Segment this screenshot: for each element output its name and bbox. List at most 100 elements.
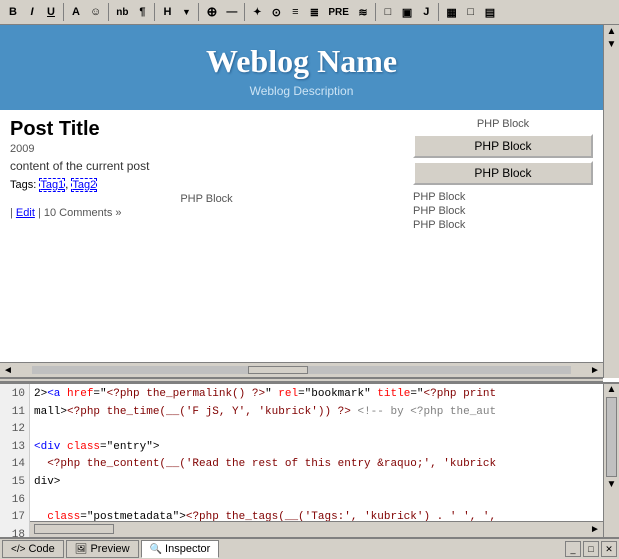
- post-tags: Tags: Tag1, Tag2: [10, 179, 403, 191]
- list-button[interactable]: ≋: [354, 4, 372, 21]
- blog-preview: Weblog Name Weblog Description Post Titl…: [0, 25, 603, 362]
- php-block-button-1[interactable]: PHP Block: [413, 134, 593, 158]
- toolbar-separator-7: [438, 3, 439, 21]
- design-view: Weblog Name Weblog Description Post Titl…: [0, 25, 619, 378]
- edit-link[interactable]: Edit: [16, 207, 35, 219]
- toolbar-separator-3: [154, 3, 155, 21]
- minimize-btn[interactable]: _: [565, 541, 581, 557]
- lines-button[interactable]: ▤: [481, 4, 499, 21]
- heading-button[interactable]: H: [158, 4, 176, 20]
- nbsp-button[interactable]: nb: [112, 5, 132, 20]
- post-title: Post Title: [10, 118, 403, 141]
- line-num-18: 18: [0, 527, 25, 537]
- code-tab[interactable]: </> Code: [2, 540, 64, 558]
- toolbar-separator-2: [108, 3, 109, 21]
- line-num-10: 10: [0, 386, 25, 404]
- bottom-right-controls: _ □ ✕: [565, 541, 617, 557]
- code-h-thumb[interactable]: [34, 524, 114, 534]
- toolbar-separator-6: [375, 3, 376, 21]
- post-meta: | Edit | 10 Comments »: [10, 207, 403, 219]
- special-char-button[interactable]: ✦: [248, 5, 266, 20]
- line-num-17: 17: [0, 509, 25, 527]
- code-editor[interactable]: 2><a href="<?php the_permalink() ?>" rel…: [30, 384, 603, 537]
- table2-button[interactable]: ▣: [398, 4, 416, 21]
- line-num-14: 14: [0, 456, 25, 474]
- frame-button[interactable]: □: [462, 4, 480, 20]
- smiley-button[interactable]: ☺: [86, 4, 105, 20]
- php-right-label-3: PHP Block: [413, 219, 593, 231]
- preview-tab-label: Preview: [90, 543, 129, 555]
- post-content: content of the current post: [10, 159, 403, 173]
- close-btn[interactable]: ✕: [601, 541, 617, 557]
- tags-label: Tags:: [10, 179, 36, 191]
- code-view: 10 11 12 13 14 15 16 17 18 2><a href="<?…: [0, 382, 619, 537]
- post-php-block-label: PHP Block: [10, 193, 403, 205]
- php-top-label: PHP Block: [413, 118, 593, 130]
- code-line-10: 2><a href="<?php the_permalink() ?>" rel…: [34, 386, 599, 404]
- h-scroll-left-btn[interactable]: ◄: [0, 365, 16, 376]
- code-line-11: mall><?php the_time(__('F jS, Y', 'kubri…: [34, 404, 599, 422]
- code-line-15: div>: [34, 474, 599, 492]
- code-h-scrollbar[interactable]: ◄ ►: [30, 521, 603, 537]
- h-scroll-right-btn[interactable]: ►: [587, 365, 603, 376]
- blog-description: Weblog Description: [10, 84, 593, 98]
- code-h-right[interactable]: ►: [587, 524, 603, 535]
- link-button[interactable]: J: [417, 4, 435, 20]
- code-line-13: <div class="entry">: [34, 439, 599, 457]
- editor-toolbar: B I U A ☺ nb ¶ H ▼ ⊕ — ✦ ⊙ ≡ ≣ PRE ≋ □ ▣…: [0, 0, 619, 25]
- line-num-12: 12: [0, 421, 25, 439]
- v-scroll-up-btn[interactable]: ▲: [604, 25, 619, 38]
- blog-left-column: Post Title 2009 content of the current p…: [10, 118, 413, 233]
- font-color-button[interactable]: A: [67, 4, 85, 20]
- bottom-tab-bar: </> Code 🖼 Preview 🔍 Inspector _ □ ✕: [0, 537, 619, 559]
- preview-tab[interactable]: 🖼 Preview: [66, 540, 139, 558]
- tag1-link[interactable]: Tag1: [39, 178, 65, 192]
- php-right-label-2: PHP Block: [413, 205, 593, 217]
- line-num-15: 15: [0, 474, 25, 492]
- rule-button[interactable]: —: [222, 4, 241, 20]
- image-button[interactable]: ⊕: [202, 2, 221, 22]
- bold-button[interactable]: B: [4, 4, 22, 20]
- heading-dropdown[interactable]: ▼: [177, 5, 195, 19]
- table-button[interactable]: □: [379, 4, 397, 20]
- php-block-button-2[interactable]: PHP Block: [413, 161, 593, 185]
- code-line-14: <?php the_content(__('Read the rest of t…: [34, 456, 599, 474]
- para-button[interactable]: ¶: [133, 4, 151, 20]
- code-v-scrollbar[interactable]: ▲ ▼: [603, 384, 619, 537]
- line-num-16: 16: [0, 492, 25, 510]
- line-numbers: 10 11 12 13 14 15 16 17 18: [0, 384, 30, 537]
- design-h-scrollbar[interactable]: ◄ ►: [0, 362, 603, 378]
- italic-button[interactable]: I: [23, 4, 41, 20]
- align-center-button[interactable]: ≣: [305, 4, 323, 21]
- underline-button[interactable]: U: [42, 4, 60, 20]
- maximize-btn[interactable]: □: [583, 541, 599, 557]
- code-scroll-down[interactable]: ▼: [604, 479, 619, 490]
- inspector-tab-label: Inspector: [165, 543, 210, 555]
- post-date: 2009: [10, 143, 403, 155]
- code-tab-label: Code: [28, 543, 54, 555]
- code-scroll-up[interactable]: ▲: [604, 384, 619, 395]
- h-scroll-thumb[interactable]: [248, 366, 308, 374]
- line-num-11: 11: [0, 404, 25, 422]
- align-left-button[interactable]: ≡: [286, 4, 304, 20]
- code-scroll-thumb[interactable]: [606, 397, 617, 477]
- blog-content: Post Title 2009 content of the current p…: [0, 110, 603, 241]
- inspector-tab[interactable]: 🔍 Inspector: [141, 540, 220, 558]
- editor-main: Weblog Name Weblog Description Post Titl…: [0, 25, 619, 537]
- symbol-button[interactable]: ⊙: [267, 4, 285, 21]
- h-scroll-track: [32, 366, 571, 374]
- inspector-tab-icon: 🔍: [150, 544, 162, 555]
- design-v-scrollbar[interactable]: ▲ ▼: [603, 25, 619, 378]
- php-right-label-1: PHP Block: [413, 191, 593, 203]
- tag2-link[interactable]: Tag2: [71, 178, 97, 192]
- blog-header: Weblog Name Weblog Description: [0, 25, 603, 110]
- toolbar-separator-5: [244, 3, 245, 21]
- pre-button[interactable]: PRE: [324, 5, 353, 20]
- line-num-13: 13: [0, 439, 25, 457]
- blog-title: Weblog Name: [10, 43, 593, 80]
- grid-button[interactable]: ▦: [442, 4, 460, 21]
- v-scroll-down-btn[interactable]: ▼: [604, 38, 619, 51]
- blog-right-column: PHP Block PHP Block PHP Block PHP Block …: [413, 118, 593, 233]
- code-line-16: [34, 492, 599, 510]
- code-tab-icon: </>: [11, 544, 25, 555]
